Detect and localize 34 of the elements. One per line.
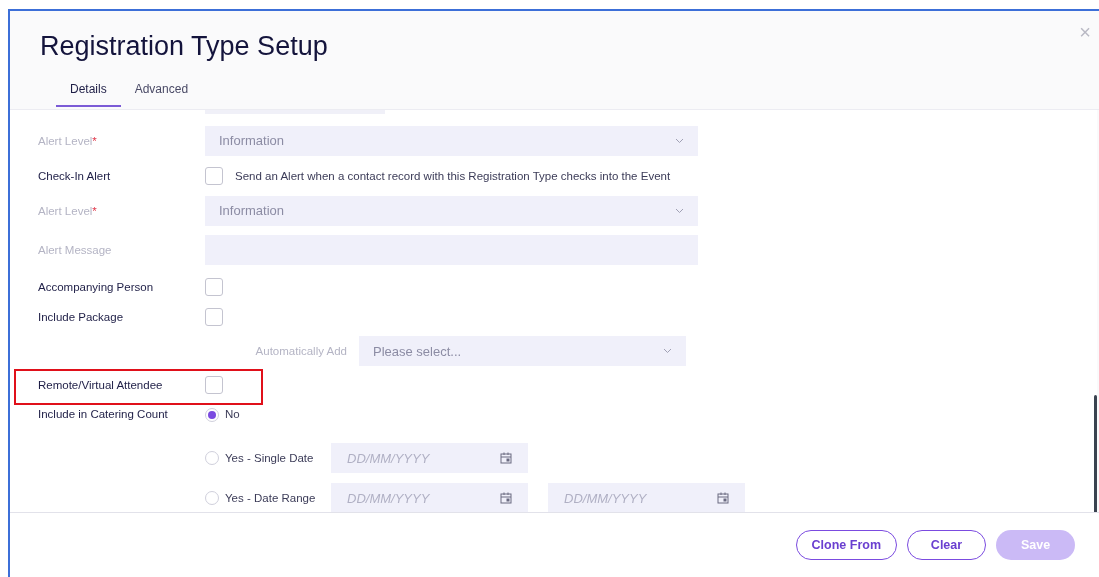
field-label: Alert Level* [38,134,98,147]
date-field[interactable]: DD/MM/YYYY [331,443,528,473]
checkbox[interactable] [205,376,223,394]
field-label: Accompanying Person [38,281,155,293]
calendar-icon[interactable] [717,492,729,504]
checkbox-text: Send an Alert when a contact record with this Registration Type checks into the Event [235,169,671,182]
chevron-down-icon [663,348,672,354]
checkbox[interactable] [205,278,223,296]
field-label: Alert Message [38,244,113,256]
radio-label: No [225,408,241,420]
field-label: Include Package [38,311,125,323]
chevron-down-icon [675,207,684,214]
field-label: Remote/Virtual Attendee [38,379,164,391]
checkbox[interactable] [205,308,223,326]
required-mark: * [92,134,97,147]
calendar-icon[interactable] [500,492,512,504]
field-label: Automatically Add [254,345,348,357]
dialog-title: Registration Type Setup [40,31,328,62]
radio-label: Yes - Single Date [225,452,315,464]
close-button[interactable]: × [1075,21,1095,44]
field-label: Alert Level* [38,204,98,217]
tab[interactable]: Details [56,78,121,107]
checkbox[interactable] [205,166,223,185]
calendar-icon[interactable] [500,452,512,464]
action-button[interactable]: Clone From [795,530,897,560]
date-field[interactable]: DD/MM/YYYY [548,483,745,512]
radio-label: Yes - Date Range [225,492,317,504]
action-button[interactable]: Clear [907,530,986,560]
field-label: Check-In Alert [38,169,112,182]
date-field[interactable]: DD/MM/YYYY [331,483,528,512]
required-mark: * [92,204,97,217]
field-label: Include in Catering Count [38,408,169,420]
tab[interactable]: Advanced [120,78,203,107]
chevron-down-icon [675,137,684,144]
